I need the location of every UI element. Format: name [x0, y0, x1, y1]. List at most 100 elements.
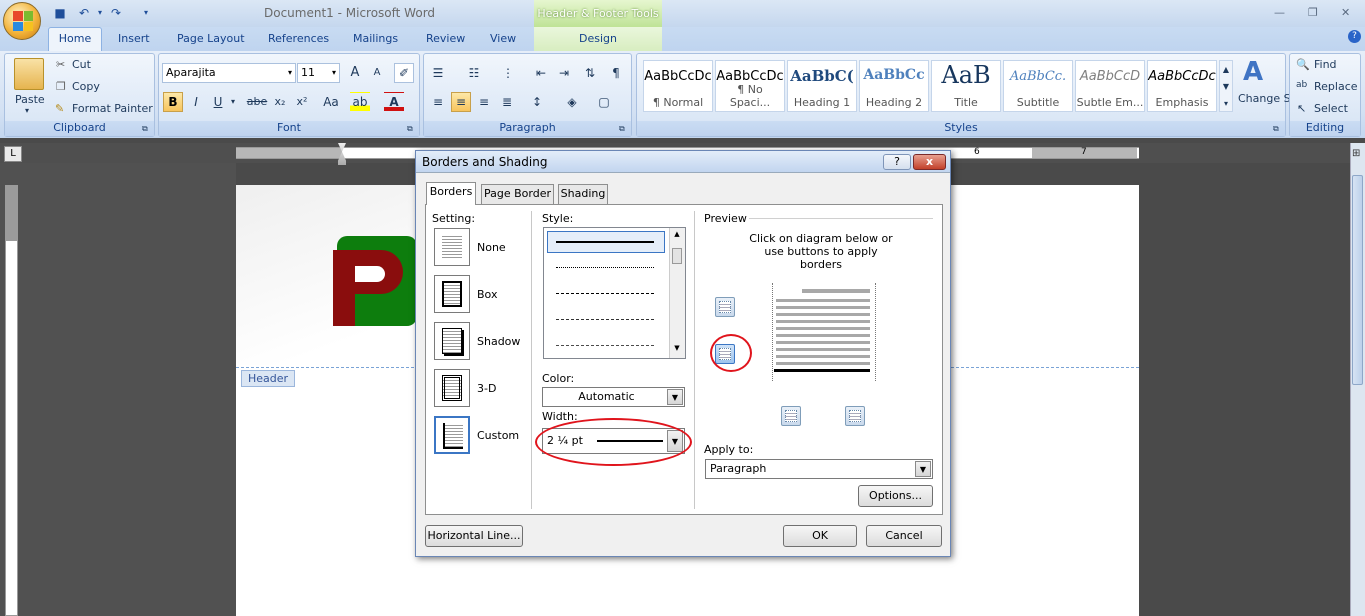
- multilevel-list-icon[interactable]: ⋮: [498, 63, 518, 83]
- dropdown-arrow-icon[interactable]: ▼: [667, 389, 683, 405]
- select-button[interactable]: Select: [1314, 102, 1348, 115]
- copy-button[interactable]: Copy: [72, 80, 100, 93]
- tab-shading[interactable]: Shading: [558, 184, 608, 204]
- cut-button[interactable]: Cut: [72, 58, 91, 71]
- show-marks-icon[interactable]: ¶: [606, 63, 626, 83]
- tab-review[interactable]: Review: [426, 32, 465, 45]
- tab-borders[interactable]: Borders: [426, 182, 476, 205]
- tab-insert[interactable]: Insert: [118, 32, 150, 45]
- font-name-combo[interactable]: Aparajita ▾: [162, 63, 296, 83]
- dialog-close-button[interactable]: x: [913, 154, 946, 170]
- setting-box-label[interactable]: Box: [477, 288, 497, 301]
- style-heading-1[interactable]: AaBbC(Heading 1: [787, 60, 857, 112]
- setting-box[interactable]: [434, 275, 470, 313]
- clipboard-launcher-icon[interactable]: ⧉: [142, 124, 148, 134]
- customize-qat-icon[interactable]: ▾: [138, 5, 154, 21]
- setting-shadow[interactable]: [434, 322, 470, 360]
- tab-references[interactable]: References: [268, 32, 329, 45]
- format-painter-button[interactable]: Format Painter: [72, 102, 153, 115]
- style-subtle-emphasis[interactable]: AaBbCcD Subtle Em...: [1075, 60, 1145, 112]
- setting-none[interactable]: [434, 228, 470, 266]
- justify-icon[interactable]: ≣: [497, 92, 517, 112]
- sort-icon[interactable]: ⇅: [580, 63, 600, 83]
- borders-icon[interactable]: ▢: [594, 92, 614, 112]
- styles-launcher-icon[interactable]: ⧉: [1273, 124, 1279, 134]
- tab-mailings[interactable]: Mailings: [353, 32, 398, 45]
- bold-button[interactable]: B: [163, 92, 183, 112]
- line-style-long-dash[interactable]: [556, 319, 654, 320]
- underline-button[interactable]: U: [208, 92, 228, 112]
- help-icon[interactable]: ?: [1348, 30, 1361, 43]
- line-style-solid[interactable]: [556, 241, 654, 243]
- style-list-thumb[interactable]: [672, 248, 682, 264]
- line-style-dotted[interactable]: [556, 267, 654, 268]
- align-center-icon[interactable]: ≡: [451, 92, 471, 112]
- apply-to-dropdown[interactable]: Paragraph ▼: [705, 459, 933, 479]
- cancel-button[interactable]: Cancel: [866, 525, 942, 547]
- setting-3d-label[interactable]: 3-D: [477, 382, 496, 395]
- color-dropdown[interactable]: Automatic ▼: [542, 387, 685, 407]
- style-emphasis[interactable]: AaBbCcDc Emphasis: [1147, 60, 1217, 112]
- numbering-icon[interactable]: ☷: [464, 63, 484, 83]
- left-border-button[interactable]: [781, 406, 801, 426]
- line-style-list[interactable]: ▲ ▼: [543, 227, 686, 359]
- replace-button[interactable]: Replace: [1314, 80, 1358, 93]
- strikethrough-button[interactable]: abe: [244, 92, 270, 112]
- office-button[interactable]: [3, 2, 41, 40]
- paste-dropdown-icon[interactable]: ▾: [25, 106, 29, 115]
- tab-selector[interactable]: L: [4, 146, 22, 162]
- align-left-icon[interactable]: ≡: [428, 92, 448, 112]
- setting-shadow-label[interactable]: Shadow: [477, 335, 520, 348]
- scrollbar-thumb[interactable]: [1352, 175, 1363, 385]
- font-launcher-icon[interactable]: ⧉: [407, 124, 413, 134]
- bullets-icon[interactable]: ☰: [428, 63, 448, 83]
- save-icon[interactable]: ■: [52, 5, 68, 21]
- vertical-ruler[interactable]: [5, 185, 18, 616]
- style-list-scrollbar[interactable]: ▲ ▼: [669, 228, 685, 358]
- font-size-combo[interactable]: 11 ▾: [297, 63, 340, 83]
- dialog-help-button[interactable]: ?: [883, 154, 911, 170]
- paste-icon[interactable]: [14, 58, 44, 90]
- line-style-dashed[interactable]: [556, 293, 654, 294]
- scroll-down-icon[interactable]: ▼: [670, 344, 684, 352]
- subscript-button[interactable]: x₂: [270, 92, 290, 112]
- setting-custom-label[interactable]: Custom: [477, 429, 519, 442]
- setting-custom[interactable]: [434, 416, 470, 454]
- tab-page-layout[interactable]: Page Layout: [177, 32, 245, 45]
- dropdown-arrow-icon[interactable]: ▼: [915, 461, 931, 477]
- undo-dropdown-icon[interactable]: ▾: [92, 5, 108, 21]
- font-color-icon[interactable]: A: [384, 92, 404, 112]
- setting-3d[interactable]: [434, 369, 470, 407]
- setting-none-label[interactable]: None: [477, 241, 506, 254]
- shading-icon[interactable]: ◈: [562, 92, 582, 112]
- superscript-button[interactable]: x²: [292, 92, 312, 112]
- minimize-icon[interactable]: —: [1274, 6, 1285, 19]
- close-icon[interactable]: ✕: [1341, 6, 1350, 19]
- style-no-spacing[interactable]: AaBbCcDc ¶ No Spaci...: [715, 60, 785, 112]
- options-button[interactable]: Options...: [858, 485, 933, 507]
- style-normal[interactable]: AaBbCcDc ¶ Normal: [643, 60, 713, 112]
- paragraph-launcher-icon[interactable]: ⧉: [619, 124, 625, 134]
- styles-scroll[interactable]: ▲ ▼ ▾: [1219, 60, 1233, 112]
- redo-icon[interactable]: ↷: [108, 5, 124, 21]
- shrink-font-button[interactable]: A: [367, 63, 387, 83]
- top-border-button[interactable]: [715, 297, 735, 317]
- tab-view[interactable]: View: [490, 32, 516, 45]
- font-name-dropdown-icon[interactable]: ▾: [288, 64, 292, 82]
- underline-dropdown-icon[interactable]: ▾: [228, 92, 238, 112]
- undo-icon[interactable]: ↶: [76, 5, 92, 21]
- restore-icon[interactable]: ❐: [1308, 6, 1318, 19]
- font-size-dropdown-icon[interactable]: ▾: [332, 64, 336, 82]
- horizontal-line-button[interactable]: Horizontal Line...: [425, 525, 523, 547]
- tab-page-border[interactable]: Page Border: [481, 184, 554, 204]
- style-heading-2[interactable]: AaBbCc Heading 2: [859, 60, 929, 112]
- highlight-icon[interactable]: ab: [350, 92, 370, 112]
- change-case-button[interactable]: Aa: [318, 92, 344, 112]
- tab-design[interactable]: Design: [579, 32, 617, 45]
- style-subtitle[interactable]: AaBbCc. Subtitle: [1003, 60, 1073, 112]
- right-border-button[interactable]: [845, 406, 865, 426]
- align-right-icon[interactable]: ≡: [474, 92, 494, 112]
- ruler-toggle-icon[interactable]: ⊞: [1352, 148, 1360, 159]
- tab-home[interactable]: Home: [48, 27, 102, 51]
- line-spacing-icon[interactable]: ↕: [527, 92, 547, 112]
